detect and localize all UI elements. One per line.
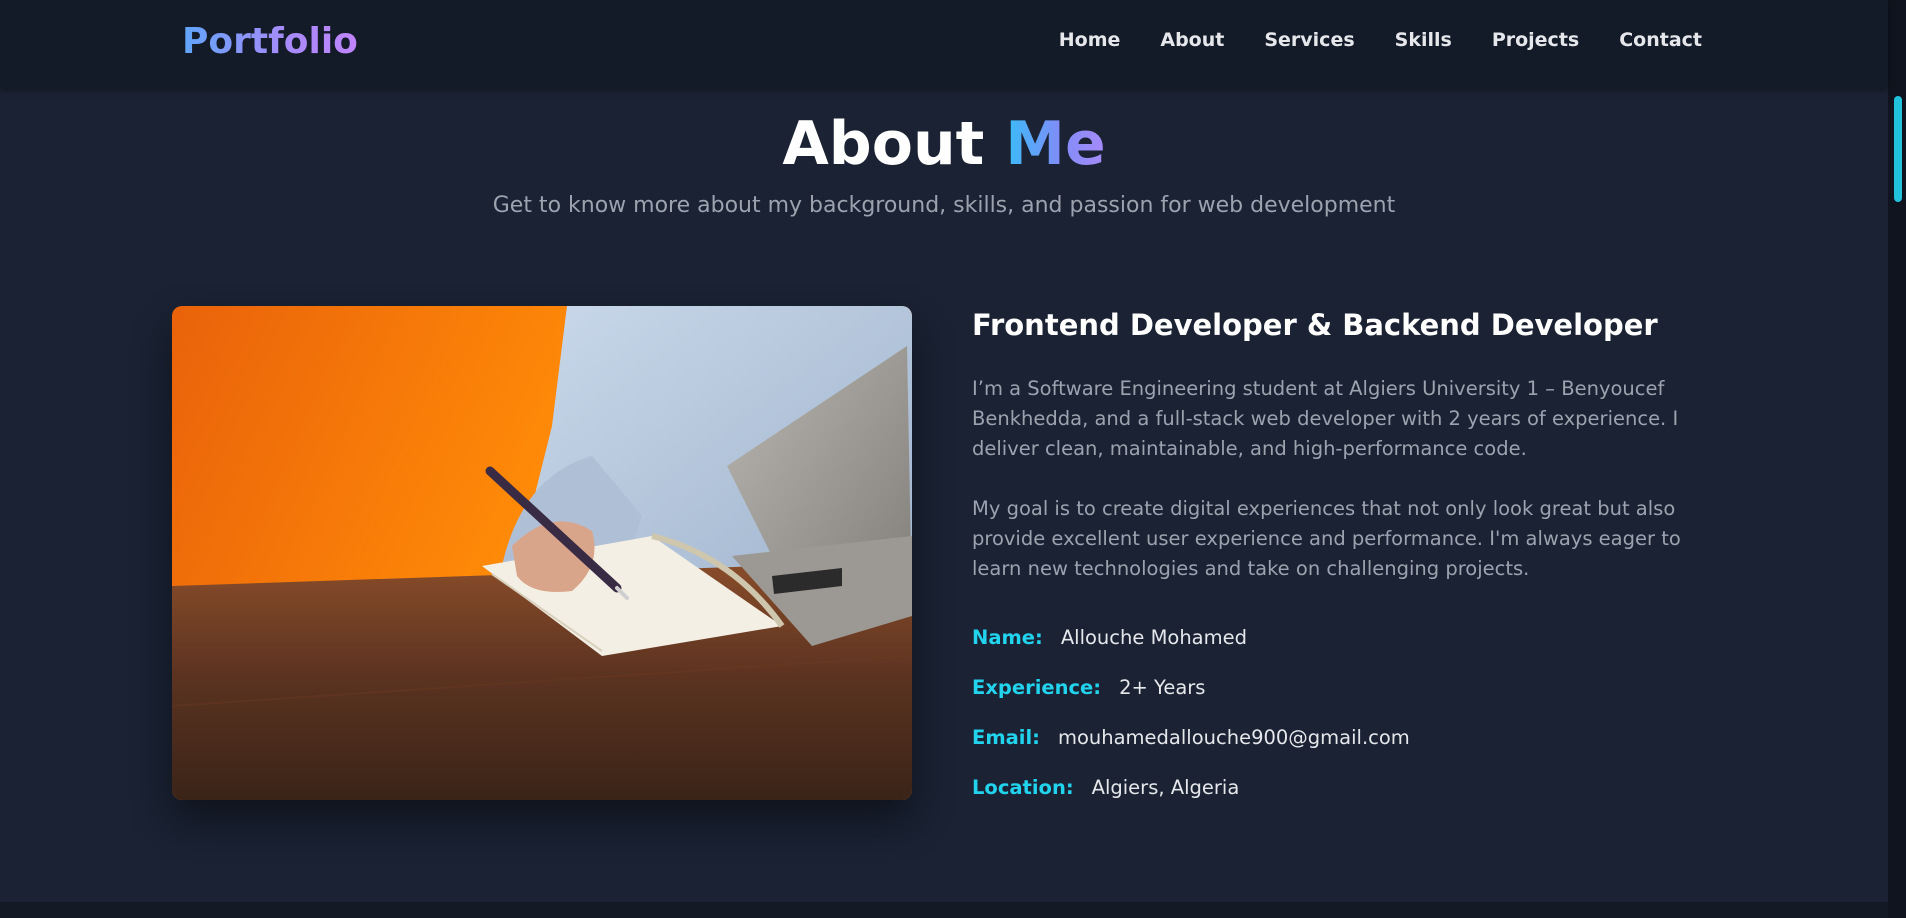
info-value: Algiers, Algeria <box>1091 776 1240 799</box>
nav-services[interactable]: Services <box>1264 29 1354 51</box>
info-label: Location: <box>972 776 1074 799</box>
info-value: 2+ Years <box>1119 676 1206 699</box>
section-subtitle: Get to know more about my background, sk… <box>492 193 1396 218</box>
role-heading: Frontend Developer & Backend Developer <box>972 308 1658 342</box>
about-paragraph-2: My goal is to create digital experiences… <box>972 497 1681 580</box>
info-label: Name: <box>972 626 1043 649</box>
vertical-scrollbar[interactable] <box>1888 0 1906 918</box>
info-value: Allouche Mohamed <box>1060 626 1248 649</box>
section-title-accent: Me <box>1005 109 1106 179</box>
info-label: Email: <box>972 726 1040 749</box>
section-title: About Me <box>0 106 1888 182</box>
about-paragraph-1: I’m a Software Engineering student at Al… <box>972 377 1679 460</box>
main-nav: Home About Services Skills Projects Cont… <box>1059 24 1702 56</box>
info-label: Experience: <box>972 676 1102 699</box>
nav-about[interactable]: About <box>1160 29 1224 51</box>
nav-skills[interactable]: Skills <box>1395 29 1452 51</box>
info-location: Location: Algiers, Algeria <box>972 773 1732 803</box>
about-photo <box>172 306 912 800</box>
info-name: Name: Allouche Mohamed <box>972 623 1732 653</box>
info-value: mouhamedallouche900@gmail.com <box>1057 726 1410 749</box>
horizontal-scrollbar[interactable] <box>0 902 1888 918</box>
nav-home[interactable]: Home <box>1059 29 1121 51</box>
nav-contact[interactable]: Contact <box>1619 29 1702 51</box>
info-email: Email: mouhamedallouche900@gmail.com <box>972 723 1732 753</box>
info-experience: Experience: 2+ Years <box>972 673 1732 703</box>
navbar: Portfolio Home About Services Skills Pro… <box>0 0 1888 88</box>
nav-projects[interactable]: Projects <box>1492 29 1579 51</box>
section-title-main: About <box>782 109 985 179</box>
logo[interactable]: Portfolio <box>182 18 358 66</box>
scrollbar-thumb[interactable] <box>1894 96 1902 202</box>
person-writing-notebook-image <box>172 306 912 800</box>
